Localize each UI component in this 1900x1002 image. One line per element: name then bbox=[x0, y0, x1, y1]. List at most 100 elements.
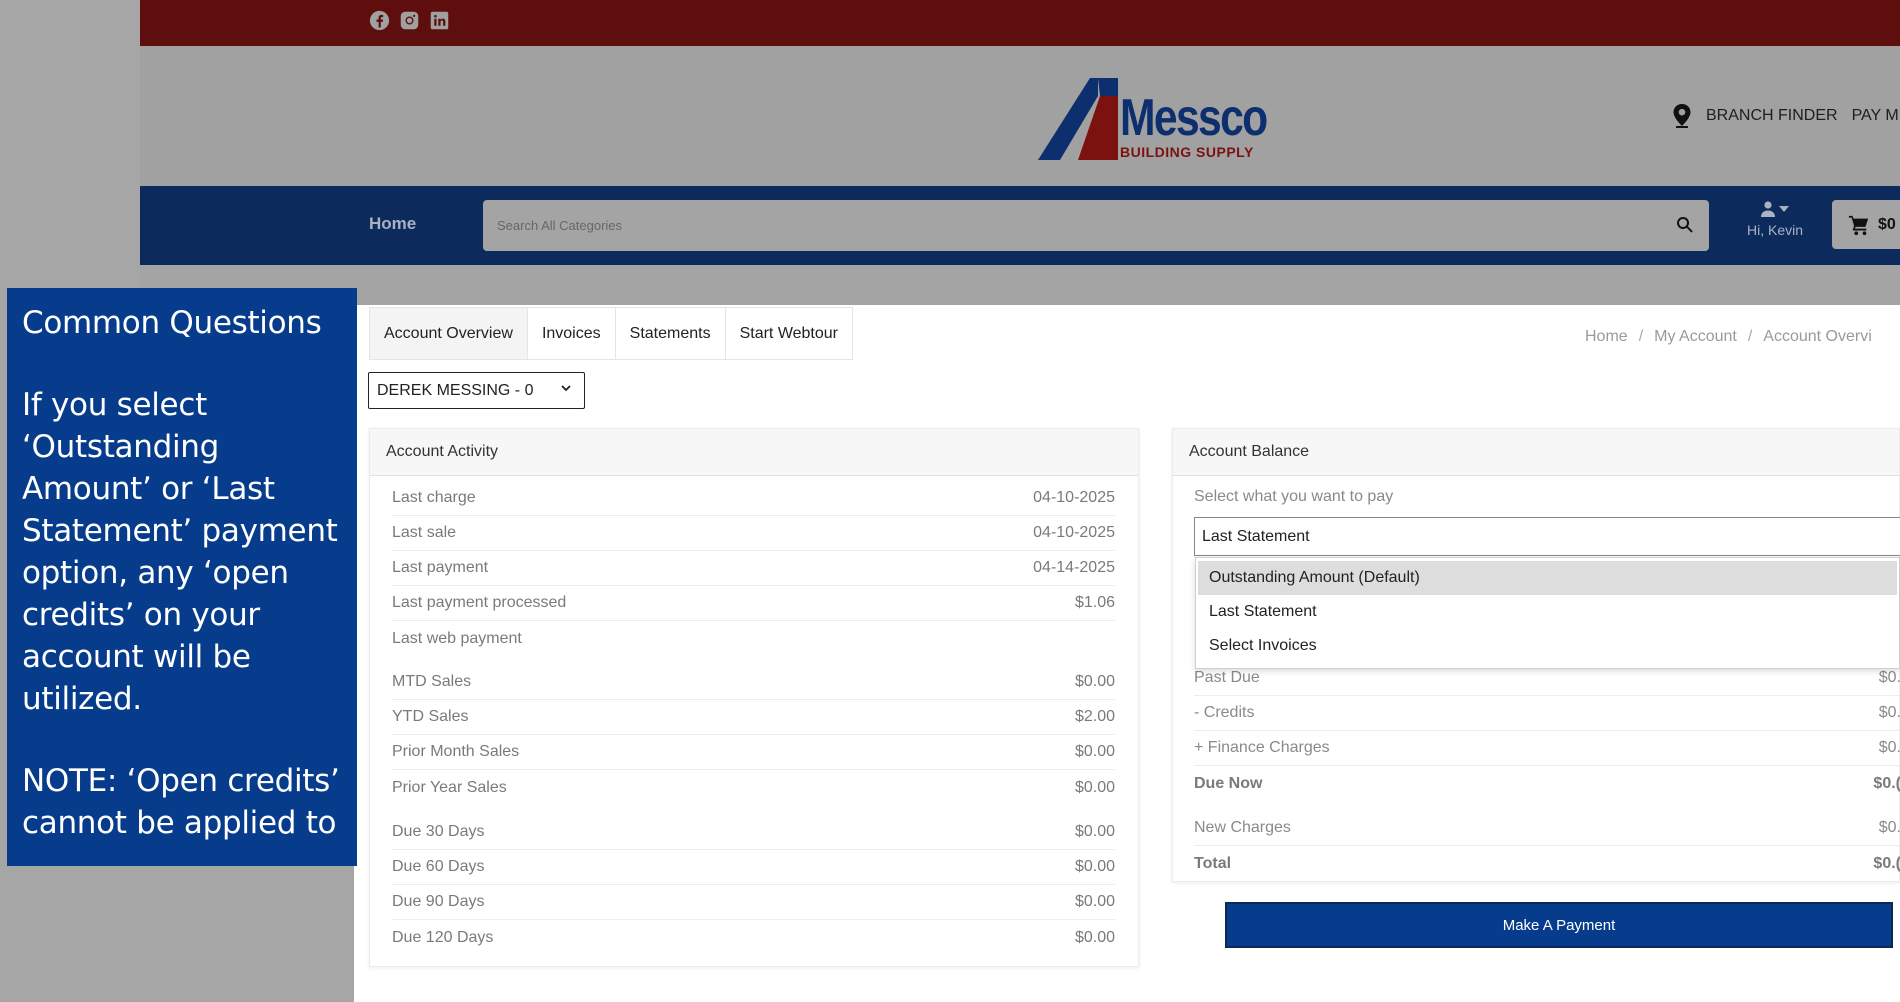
activity-value: $0.00 bbox=[1074, 928, 1115, 946]
tab-start-webtour[interactable]: Start Webtour bbox=[725, 308, 852, 359]
cart-button[interactable]: $0 bbox=[1832, 200, 1900, 249]
activity-label: MTD Sales bbox=[392, 673, 472, 690]
activity-row: Due 120 Days $0.00 bbox=[392, 920, 1115, 955]
balance-label: Past Due bbox=[1194, 669, 1260, 686]
caret-down-icon bbox=[1779, 206, 1789, 212]
activity-label: Last sale bbox=[392, 524, 457, 541]
activity-row: Last payment processed $1.06 bbox=[392, 586, 1115, 621]
breadcrumb: Home / My Account / Account Overvi bbox=[1585, 328, 1872, 345]
nav-home-link[interactable]: Home bbox=[369, 214, 416, 234]
messco-logo[interactable]: Messco BUILDING SUPPLY bbox=[1038, 64, 1278, 164]
account-tabs: Account Overview Invoices Statements Sta… bbox=[369, 307, 853, 360]
activity-row: Prior Month Sales $0.00 bbox=[392, 735, 1115, 770]
activity-row: Last charge 04-10-2025 bbox=[392, 481, 1115, 516]
activity-row: YTD Sales $2.00 bbox=[392, 700, 1115, 735]
balance-label: New Charges bbox=[1194, 819, 1291, 836]
account-activity-title: Account Activity bbox=[370, 429, 1138, 476]
account-balance-title: Account Balance bbox=[1173, 429, 1899, 476]
balance-value: $0. bbox=[1878, 669, 1900, 686]
search-icon[interactable] bbox=[1675, 215, 1695, 235]
balance-value: $0. bbox=[1878, 704, 1900, 721]
activity-value: 04-10-2025 bbox=[1033, 489, 1115, 506]
activity-row: Due 30 Days $0.00 bbox=[392, 815, 1115, 850]
balance-label: - Credits bbox=[1194, 704, 1255, 721]
balance-label: Due Now bbox=[1194, 774, 1263, 792]
activity-value: 04-10-2025 bbox=[1033, 524, 1115, 541]
callout-title: Common Questions bbox=[22, 305, 322, 341]
linkedin-icon[interactable] bbox=[429, 10, 450, 31]
option-last-statement[interactable]: Last Statement bbox=[1198, 595, 1897, 629]
search-bar bbox=[483, 200, 1709, 251]
map-pin-icon bbox=[1673, 104, 1691, 128]
facebook-icon[interactable] bbox=[369, 10, 390, 31]
search-input[interactable] bbox=[483, 200, 1663, 251]
activity-value: $0.00 bbox=[1074, 858, 1115, 875]
tab-invoices[interactable]: Invoices bbox=[527, 308, 616, 359]
balance-row: New Charges $0. bbox=[1194, 811, 1900, 846]
activity-value: $1.06 bbox=[1074, 594, 1115, 611]
user-icon bbox=[1761, 201, 1775, 217]
balance-value: $0.( bbox=[1873, 774, 1900, 792]
balance-row: Total $0.( bbox=[1194, 846, 1900, 881]
pay-option-dropdown: Outstanding Amount (Default) Last Statem… bbox=[1195, 557, 1900, 669]
instagram-icon[interactable] bbox=[399, 10, 420, 31]
activity-row: Last payment 04-14-2025 bbox=[392, 551, 1115, 586]
balance-value: $0. bbox=[1878, 819, 1900, 836]
activity-row: Due 90 Days $0.00 bbox=[392, 885, 1115, 920]
activity-label: YTD Sales bbox=[392, 708, 469, 725]
account-menu[interactable]: Hi, Kevin bbox=[1735, 198, 1815, 238]
balance-row: - Credits $0. bbox=[1194, 696, 1900, 731]
social-links bbox=[369, 10, 450, 31]
account-selector-value: DEREK MESSING - 0 bbox=[377, 381, 534, 399]
option-select-invoices[interactable]: Select Invoices bbox=[1198, 629, 1897, 663]
balance-row: + Finance Charges $0. bbox=[1194, 731, 1900, 766]
activity-value: $0.00 bbox=[1074, 893, 1115, 910]
activity-value: $0.00 bbox=[1074, 743, 1115, 760]
greeting-text: Hi, Kevin bbox=[1746, 222, 1804, 238]
logo-wordmark: Messco bbox=[1120, 89, 1268, 147]
pay-link[interactable]: PAY M bbox=[1852, 107, 1899, 125]
tab-account-overview[interactable]: Account Overview bbox=[370, 308, 528, 359]
activity-label: Last web payment bbox=[392, 629, 522, 647]
activity-label: Due 30 Days bbox=[392, 823, 485, 840]
pay-option-selected: Last Statement bbox=[1202, 527, 1310, 545]
activity-label: Due 90 Days bbox=[392, 893, 485, 910]
balance-label: Total bbox=[1194, 854, 1232, 872]
header-spacer bbox=[140, 265, 1900, 305]
activity-label: Last payment bbox=[392, 559, 489, 576]
account-activity-card: Account Activity Last charge 04-10-2025 L… bbox=[369, 428, 1139, 967]
activity-value: $2.00 bbox=[1074, 708, 1115, 725]
activity-row: Last web payment bbox=[392, 621, 1115, 656]
activity-label: Last payment processed bbox=[392, 594, 567, 611]
help-callout: Common Questions If you select ‘Outstand… bbox=[7, 288, 357, 866]
make-payment-button[interactable]: Make A Payment bbox=[1227, 904, 1891, 946]
activity-label: Due 120 Days bbox=[392, 928, 494, 946]
balance-label: + Finance Charges bbox=[1194, 739, 1330, 756]
balance-value: $0.( bbox=[1873, 854, 1900, 872]
branch-finder-link[interactable]: BRANCH FINDER bbox=[1706, 107, 1838, 125]
main-navbar: Home Hi, Kevin $0 bbox=[140, 186, 1900, 265]
breadcrumb-my-account[interactable]: My Account bbox=[1654, 328, 1737, 345]
activity-label: Prior Month Sales bbox=[392, 743, 520, 760]
activity-value: $0.00 bbox=[1074, 778, 1115, 796]
pay-option-select[interactable]: Last Statement bbox=[1194, 517, 1900, 556]
activity-label: Last charge bbox=[392, 489, 476, 506]
option-outstanding-amount[interactable]: Outstanding Amount (Default) bbox=[1198, 561, 1897, 595]
site-header: Messco BUILDING SUPPLY BRANCH FINDER PAY… bbox=[140, 46, 1900, 186]
activity-row: MTD Sales $0.00 bbox=[392, 665, 1115, 700]
activity-value: 04-14-2025 bbox=[1033, 559, 1115, 576]
breadcrumb-home[interactable]: Home bbox=[1585, 328, 1628, 345]
logo-tagline: BUILDING SUPPLY bbox=[1120, 144, 1254, 160]
account-selector[interactable]: DEREK MESSING - 0 bbox=[368, 372, 585, 409]
activity-label: Due 60 Days bbox=[392, 858, 485, 875]
tab-statements[interactable]: Statements bbox=[615, 308, 726, 359]
activity-row: Due 60 Days $0.00 bbox=[392, 850, 1115, 885]
cart-icon bbox=[1848, 215, 1869, 235]
pay-select-label: Select what you want to pay bbox=[1194, 488, 1394, 505]
activity-label: Prior Year Sales bbox=[392, 778, 507, 796]
top-bar bbox=[140, 0, 1900, 46]
callout-note: NOTE: ‘Open credits’ cannot be applied t… bbox=[22, 763, 340, 841]
header-links: BRANCH FINDER PAY M bbox=[1672, 104, 1899, 128]
activity-row: Prior Year Sales $0.00 bbox=[392, 770, 1115, 805]
balance-value: $0. bbox=[1878, 739, 1900, 756]
